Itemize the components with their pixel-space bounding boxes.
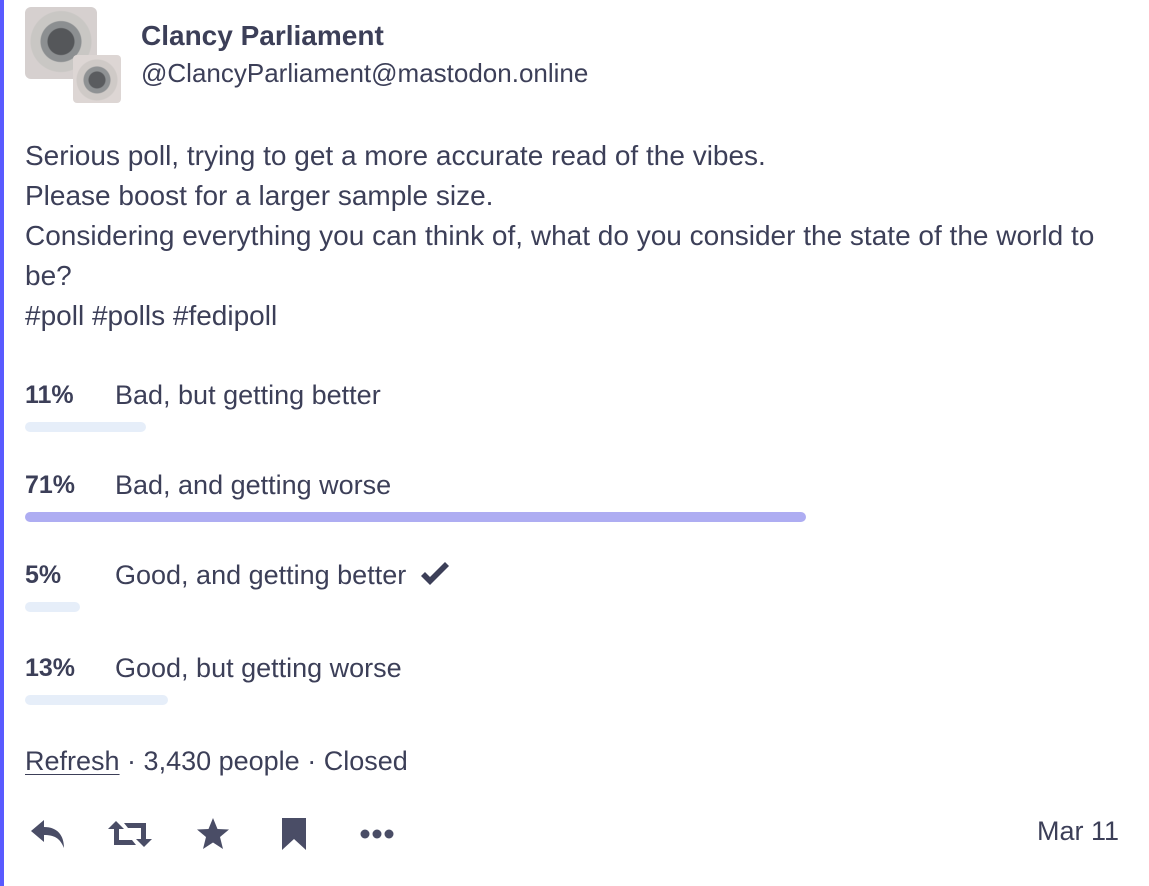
separator: ·: [119, 746, 144, 776]
check-icon: [421, 562, 450, 585]
poll-option-label: Good, and getting better: [115, 560, 407, 590]
poll-status: Closed: [323, 746, 408, 776]
post-line: Serious poll, trying to get a more accur…: [25, 140, 766, 171]
poll-percent: 71%: [25, 471, 76, 499]
poll-bar-leading: [25, 512, 806, 522]
secondary-avatar[interactable]: [73, 55, 121, 103]
avatar[interactable]: [25, 7, 121, 103]
poll-bar: [25, 695, 168, 705]
poll-option: 13% Good, but getting worse: [25, 652, 1125, 712]
post-date[interactable]: Mar 11: [1037, 816, 1119, 847]
thread-indicator-bar: [0, 0, 4, 886]
more-button[interactable]: [355, 814, 399, 854]
post-content: Serious poll, trying to get a more accur…: [25, 136, 1125, 336]
account-handle[interactable]: @ClancyParliament@mastodon.online: [141, 58, 588, 89]
poll-percent: 11%: [25, 381, 74, 409]
poll-option-label: Bad, and getting worse: [115, 470, 392, 500]
poll-bar: [25, 422, 146, 432]
favourite-button[interactable]: [191, 814, 235, 854]
bookmark-button[interactable]: [272, 814, 316, 854]
poll-percent: 13%: [25, 654, 76, 682]
display-name[interactable]: Clancy Parliament: [141, 20, 384, 52]
boost-button[interactable]: [108, 814, 152, 854]
post-line: Please boost for a larger sample size.: [25, 180, 494, 211]
bookmark-icon: [282, 818, 306, 850]
poll-option: 11% Bad, but getting better: [25, 379, 1125, 439]
poll-option-label: Bad, but getting better: [115, 380, 381, 410]
reply-icon: [31, 820, 64, 848]
refresh-link[interactable]: Refresh: [25, 746, 120, 776]
voter-count: 3,430 people: [143, 746, 300, 776]
separator: ·: [299, 746, 324, 776]
poll-option: 71% Bad, and getting worse: [25, 469, 1125, 529]
favourite-icon: [197, 818, 229, 849]
poll-option: 5% Good, and getting better: [25, 559, 1125, 619]
poll-percent: 5%: [25, 561, 62, 589]
poll-bar: [25, 602, 80, 612]
more-icon: [360, 829, 394, 839]
reply-button[interactable]: [27, 814, 71, 854]
poll-footer: Refresh · 3,430 people · Closed: [25, 744, 408, 778]
hashtags[interactable]: #poll #polls #fedipoll: [25, 296, 1125, 336]
action-bar: [25, 810, 1125, 856]
boost-icon: [108, 821, 152, 847]
poll-option-label: Good, but getting worse: [115, 653, 402, 683]
post-line: Considering everything you can think of,…: [25, 220, 1095, 291]
